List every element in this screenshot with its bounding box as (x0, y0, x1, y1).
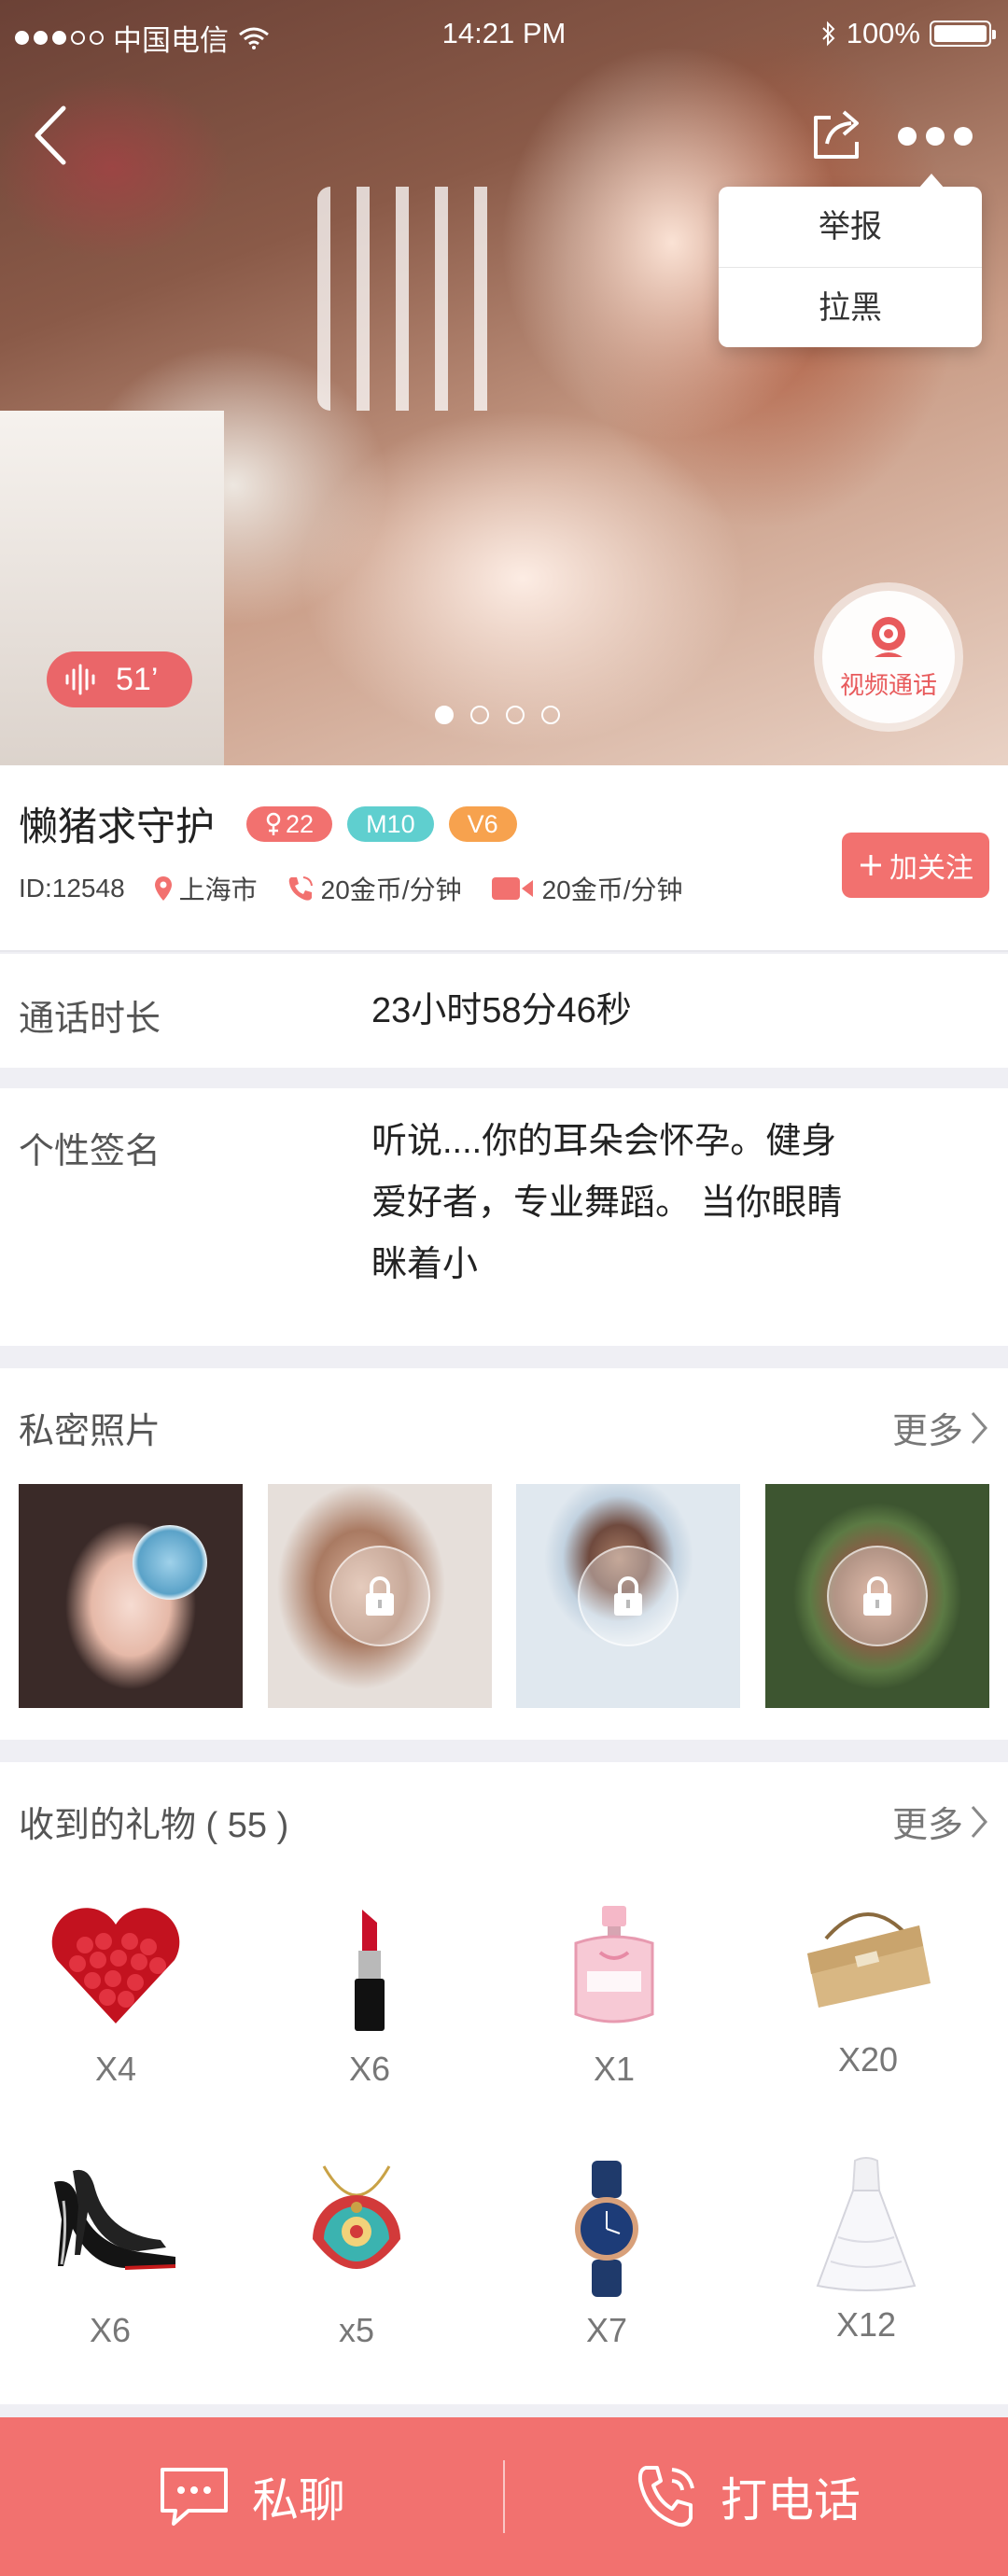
signature-line: 爱好者，专业舞蹈。 当你眼睛 (371, 1183, 843, 1223)
voice-wave-icon (65, 664, 95, 695)
gift-count: X4 (94, 2050, 137, 2088)
chevron-right-icon (971, 1411, 987, 1444)
gift-item[interactable]: X7 (504, 2154, 709, 2350)
gift-count: X6 (348, 2050, 391, 2088)
level-badge: M10 (347, 805, 434, 842)
menu-item-report[interactable]: 举报 (719, 187, 982, 267)
gift-item[interactable]: X1 (511, 1893, 717, 2089)
voice-duration: 51’ (116, 661, 159, 697)
received-gifts-section: 收到的礼物 ( 55 ) 更多 X4 X6 X1 X20 X6 x5 X7 X1… (0, 1762, 1008, 2404)
chevron-right-icon (971, 1805, 987, 1838)
gift-count: X20 (837, 2040, 899, 2079)
private-photo-thumbnail[interactable] (268, 1484, 492, 1708)
necklace-icon (313, 2165, 400, 2269)
private-photos-more-link[interactable]: 更多 (892, 1402, 989, 1453)
battery-percent: 100% (846, 17, 920, 49)
private-chat-label: 私聊 (252, 2474, 345, 2527)
carousel-dot[interactable] (470, 706, 489, 724)
status-bar: 中国电信 14:21 PM 100% (0, 0, 1008, 67)
lock-icon (827, 1546, 928, 1646)
gift-item[interactable]: X20 (765, 1883, 971, 2079)
plus-icon (861, 855, 881, 875)
share-icon[interactable] (810, 106, 862, 162)
hero-background-table (0, 411, 224, 765)
private-photos-section: 私密照片 更多 (0, 1368, 1008, 1740)
profile-hero-photo[interactable]: 中国电信 14:21 PM 100% 举报 拉黑 51’ 视频通话 (0, 0, 1008, 765)
female-icon (266, 812, 281, 835)
signature-line: 眯着小 (371, 1245, 479, 1284)
hero-background-bed (317, 187, 513, 411)
private-photo-thumbnail[interactable] (516, 1484, 740, 1708)
follow-button[interactable]: 加关注 (842, 833, 989, 898)
private-photos-title: 私密照片 (19, 1412, 161, 1451)
video-camera-icon (491, 877, 533, 900)
signature-line: 听说....你的耳朵会怀孕。健身 (371, 1122, 837, 1161)
profile-info: 懒猪求守护 22 M10 V6 ID:12548 上海市 20金币/分钟 20金… (0, 765, 1008, 952)
gift-item[interactable]: X12 (763, 2149, 969, 2345)
bluetooth-icon (821, 21, 835, 47)
more-options-menu: 举报 拉黑 (719, 174, 982, 347)
more-label: 更多 (891, 1412, 963, 1451)
carousel-dot[interactable] (435, 706, 454, 724)
webcam-icon (872, 616, 905, 657)
lock-icon (329, 1546, 430, 1646)
gift-item[interactable]: X6 (7, 2154, 213, 2350)
vip-badge: V6 (448, 805, 517, 842)
gift-count: X1 (593, 2050, 636, 2088)
more-label: 更多 (891, 1806, 963, 1845)
bottom-action-bar: 私聊 打电话 (0, 2417, 1008, 2576)
gift-count: x5 (338, 2311, 375, 2349)
gift-item[interactable]: X4 (13, 1893, 218, 2089)
follow-label: 加关注 (889, 853, 973, 884)
bottom-bar-divider (503, 2460, 505, 2533)
private-photo-thumbnail[interactable] (19, 1484, 243, 1708)
gifts-title: 收到的礼物 ( 55 ) (19, 1806, 289, 1845)
gift-count: X7 (585, 2311, 628, 2349)
gift-item[interactable]: X6 (267, 1893, 472, 2089)
call-duration-value: 23小时58分46秒 (371, 991, 632, 1030)
lipstick-icon (355, 1910, 385, 2031)
carousel-dot[interactable] (541, 706, 560, 724)
voice-price: 20金币/分钟 (320, 875, 462, 904)
perfume-icon (574, 1906, 654, 2023)
video-price: 20金币/分钟 (541, 875, 683, 904)
back-icon[interactable] (30, 103, 73, 168)
call-duration-row: 通话时长 23小时58分46秒 (0, 954, 1008, 1068)
signature-label: 个性签名 (19, 1132, 161, 1171)
phone-icon (288, 876, 313, 901)
voice-intro-button[interactable]: 51’ (47, 651, 192, 707)
private-chat-button[interactable]: 私聊 (157, 2417, 345, 2576)
more-options-icon[interactable] (898, 119, 973, 153)
gift-count: X12 (835, 2305, 897, 2344)
age-value: 22 (286, 809, 315, 838)
city: 上海市 (178, 875, 258, 904)
rose-heart-icon (51, 1908, 180, 2023)
carousel-dot[interactable] (506, 706, 525, 724)
high-heels-icon (54, 2169, 176, 2270)
phone-call-label: 打电话 (721, 2474, 861, 2527)
signature-text: 听说....你的耳朵会怀孕。健身 爱好者，专业舞蹈。 当你眼睛 眯着小 (371, 1111, 931, 1295)
battery-icon (930, 21, 996, 47)
lock-icon (578, 1546, 679, 1646)
chat-bubble-icon (161, 2468, 228, 2526)
phone-call-icon (637, 2466, 694, 2527)
signature-row: 个性签名 听说....你的耳朵会怀孕。健身 爱好者，专业舞蹈。 当你眼睛 眯着小 (0, 1088, 1008, 1346)
gift-item[interactable]: x5 (254, 2154, 459, 2350)
private-photo-thumbnail[interactable] (765, 1484, 989, 1708)
handbag-icon (807, 1912, 931, 2008)
call-duration-label: 通话时长 (19, 1000, 161, 1039)
user-id: ID:12548 (19, 874, 125, 903)
video-call-label: 视频通话 (839, 670, 937, 699)
nickname: 懒猪求守护 (19, 805, 216, 848)
video-call-button[interactable]: 视频通话 (814, 582, 963, 732)
phone-call-button[interactable]: 打电话 (635, 2417, 861, 2576)
gender-age-badge: 22 (246, 805, 333, 842)
gifts-more-link[interactable]: 更多 (892, 1796, 989, 1847)
carousel-indicator (435, 706, 560, 724)
wedding-dress-icon (816, 2157, 917, 2291)
location-pin-icon (154, 876, 172, 901)
menu-item-block[interactable]: 拉黑 (719, 267, 982, 347)
watch-icon (575, 2161, 638, 2297)
gift-count: X6 (89, 2311, 132, 2349)
